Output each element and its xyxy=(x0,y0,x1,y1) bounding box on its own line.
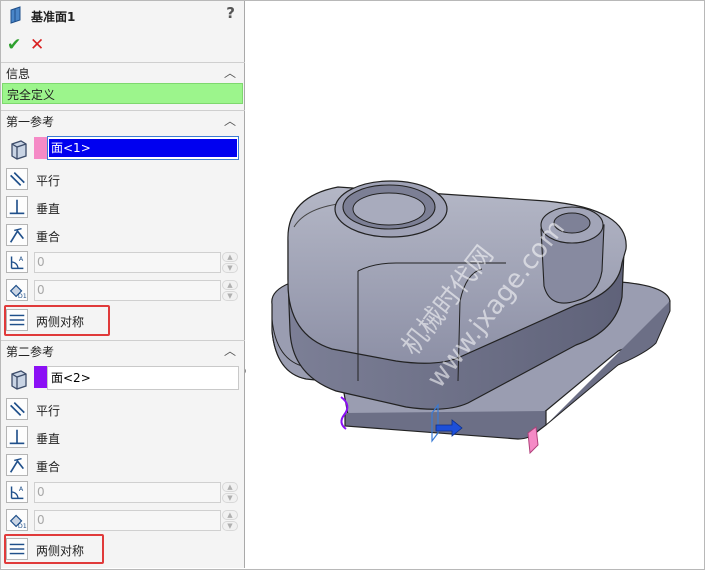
second-ref-color-chip xyxy=(34,366,47,388)
first-ref-angle-row: A 0 ▲ ▼ xyxy=(6,251,241,275)
status-message: 完全定义 xyxy=(2,83,243,104)
second-ref-angle-row: A 0 ▲ ▼ xyxy=(6,481,241,505)
second-ref-coincident-option[interactable]: 重合 xyxy=(6,453,206,479)
angle-input[interactable]: 0 xyxy=(34,482,221,503)
second-ref-section-header[interactable]: 第二参考 ︿ xyxy=(1,340,245,360)
first-ref-distance-row: D1 0 ▲ ▼ xyxy=(6,279,241,303)
panel-titlebar: 基准面1 ? xyxy=(1,1,245,29)
angle-icon[interactable]: A xyxy=(6,481,28,503)
panel-title: 基准面1 xyxy=(31,10,76,24)
first-ref-color-chip xyxy=(34,137,47,159)
highlight-box xyxy=(4,534,104,564)
status-text: 完全定义 xyxy=(7,88,56,102)
info-section-title: 信息 xyxy=(6,67,31,81)
spinner-up-icon[interactable]: ▲ xyxy=(222,510,238,520)
perpendicular-icon xyxy=(6,196,28,218)
perpendicular-label: 垂直 xyxy=(36,432,61,446)
angle-spinner[interactable]: ▲ ▼ xyxy=(222,252,238,273)
chevron-up-icon[interactable]: ︿ xyxy=(224,64,236,81)
distance-input[interactable]: 0 xyxy=(34,280,221,301)
perpendicular-label: 垂直 xyxy=(36,202,61,216)
first-ref-parallel-option[interactable]: 平行 xyxy=(6,167,206,193)
second-ref-perpendicular-option[interactable]: 垂直 xyxy=(6,425,206,451)
distance-icon[interactable]: D1 xyxy=(6,279,28,301)
large-opening[interactable] xyxy=(334,180,448,238)
chevron-up-icon[interactable]: ︿ xyxy=(224,342,236,359)
help-icon[interactable]: ? xyxy=(226,4,235,22)
confirm-row: ✔ ✕ xyxy=(1,35,245,57)
second-ref-selected-face[interactable]: 面<2> xyxy=(49,369,91,387)
spinner-up-icon[interactable]: ▲ xyxy=(222,280,238,290)
first-ref-selected-face[interactable]: 面<1> xyxy=(49,139,237,157)
distance-input[interactable]: 0 xyxy=(34,510,221,531)
info-section-header[interactable]: 信息 ︿ xyxy=(1,62,245,82)
spinner-down-icon[interactable]: ▼ xyxy=(222,493,238,503)
plane-feature-icon xyxy=(10,6,21,24)
second-ref-title: 第二参考 xyxy=(6,345,55,359)
parallel-icon xyxy=(6,398,28,420)
distance-spinner[interactable]: ▲ ▼ xyxy=(222,510,238,531)
spinner-down-icon[interactable]: ▼ xyxy=(222,263,238,273)
coincident-icon xyxy=(6,454,28,476)
distance-spinner[interactable]: ▲ ▼ xyxy=(222,280,238,301)
spinner-down-icon[interactable]: ▼ xyxy=(222,521,238,531)
first-ref-title: 第一参考 xyxy=(6,115,55,129)
spinner-up-icon[interactable]: ▲ xyxy=(222,482,238,492)
highlight-box xyxy=(4,305,110,336)
perpendicular-icon xyxy=(6,426,28,448)
svg-text:D1: D1 xyxy=(18,293,27,300)
parallel-label: 平行 xyxy=(36,404,61,418)
first-ref-coincident-option[interactable]: 重合 xyxy=(6,223,206,249)
second-ref-selection-box[interactable]: 面<2> xyxy=(47,366,239,390)
svg-text:D1: D1 xyxy=(18,523,27,530)
parallel-icon xyxy=(6,168,28,190)
svg-text:A: A xyxy=(19,486,24,493)
graphics-area[interactable]: 机械时代网 www.jxage.com xyxy=(246,1,704,568)
first-ref-section-header[interactable]: 第一参考 ︿ xyxy=(1,110,245,130)
face-reference-icon xyxy=(11,370,27,390)
angle-icon[interactable]: A xyxy=(6,251,28,273)
distance-icon[interactable]: D1 xyxy=(6,509,28,531)
cancel-button[interactable]: ✕ xyxy=(30,35,44,55)
property-manager: 基准面1 ? ✔ ✕ 信息 ︿ 完全定义 第一参考 ︿ 面<1> 平行 垂直 重… xyxy=(1,1,245,568)
spinner-down-icon[interactable]: ▼ xyxy=(222,291,238,301)
second-ref-distance-row: D1 0 ▲ ▼ xyxy=(6,509,241,533)
chevron-up-icon[interactable]: ︿ xyxy=(224,112,236,129)
coincident-icon xyxy=(6,224,28,246)
spinner-up-icon[interactable]: ▲ xyxy=(222,252,238,262)
ok-button[interactable]: ✔ xyxy=(7,35,21,55)
svg-text:A: A xyxy=(19,256,24,263)
first-ref-perpendicular-option[interactable]: 垂直 xyxy=(6,195,206,221)
coincident-label: 重合 xyxy=(36,230,61,244)
parallel-label: 平行 xyxy=(36,174,61,188)
first-ref-selection-box[interactable]: 面<1> xyxy=(47,136,239,160)
angle-input[interactable]: 0 xyxy=(34,252,221,273)
second-ref-parallel-option[interactable]: 平行 xyxy=(6,397,206,423)
coincident-label: 重合 xyxy=(36,460,61,474)
angle-spinner[interactable]: ▲ ▼ xyxy=(222,482,238,503)
model-view[interactable]: 机械时代网 www.jxage.com xyxy=(246,1,704,568)
face-reference-icon xyxy=(11,140,27,160)
